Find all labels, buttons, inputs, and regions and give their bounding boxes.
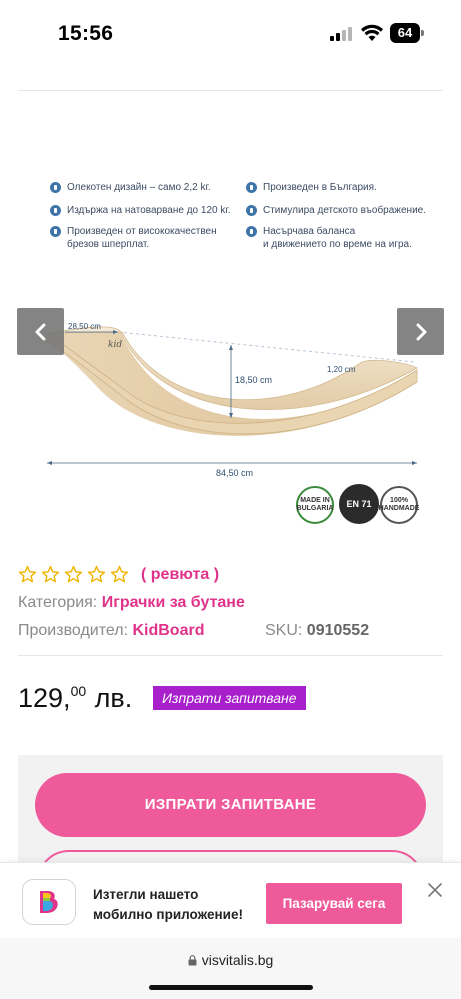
made-in-bulgaria-badge-icon: MADE IN BULGARIA: [296, 486, 334, 524]
star-icon: [110, 565, 129, 583]
reviews-link[interactable]: ( ревюта ): [141, 566, 219, 584]
home-indicator: [149, 985, 313, 990]
gallery-prev-button[interactable]: [17, 308, 64, 355]
status-time: 15:56: [58, 22, 114, 45]
sku-label: SKU:: [265, 622, 303, 639]
board-brand-mark: kid: [108, 340, 122, 350]
battery-level: 64: [390, 23, 420, 43]
star-icon: [18, 565, 37, 583]
star-icon: [87, 565, 106, 583]
url-text: visvitalis.bg: [201, 952, 274, 968]
chevron-right-icon: [416, 323, 426, 340]
category-label: Категория:: [18, 594, 98, 611]
cellular-signal-icon: [330, 27, 354, 41]
dimension-length: 84,50 cm: [216, 468, 253, 478]
app-banner-text: Изтегли нашето мобилно приложение!: [93, 887, 243, 922]
manufacturer-link[interactable]: KidBoard: [132, 622, 204, 639]
shop-now-button[interactable]: Пазарувай сега: [266, 883, 402, 924]
category-link[interactable]: Играчки за бутане: [102, 594, 245, 611]
app-download-banner: Изтегли нашето мобилно приложение! Пазар…: [0, 862, 461, 938]
top-divider: [18, 90, 443, 91]
manufacturer-line: Производител: KidBoard: [18, 622, 204, 640]
browser-address-bar[interactable]: visvitalis.bg: [0, 938, 461, 999]
manufacturer-label: Производител:: [18, 622, 129, 639]
sku-line: SKU: 0910552: [265, 622, 369, 640]
handmade-badge-icon: 100% HANDMADE: [379, 486, 419, 524]
dimension-top-width: 28,50 cm: [68, 322, 101, 331]
star-icon: [41, 565, 60, 583]
product-rating[interactable]: ( ревюта ): [18, 565, 219, 584]
gallery-next-button[interactable]: [397, 308, 444, 355]
url-display[interactable]: visvitalis.bg: [0, 952, 461, 968]
balance-board-illustration: kid 28,50 cm 18,50 cm 1,20 cm 84,50 cm: [41, 322, 418, 478]
product-price: 129,00 лв.: [18, 683, 133, 713]
inquiry-tag[interactable]: Изпрати запитване: [153, 686, 306, 710]
chevron-left-icon: [35, 323, 45, 340]
visvitalis-logo-icon: [40, 891, 58, 913]
app-logo: [22, 879, 76, 925]
product-image-gallery[interactable]: Олекотен дизайн – само 2,2 kг. Издържа н…: [0, 150, 461, 540]
dimension-thickness: 1,20 cm: [327, 365, 356, 374]
lock-icon: [188, 955, 197, 966]
star-icon: [64, 565, 83, 583]
sku-value: 0910552: [306, 622, 370, 639]
dimension-height: 18,50 cm: [235, 375, 272, 385]
battery-icon: 64: [390, 23, 424, 43]
en71-badge-icon: EN 71: [339, 484, 379, 524]
wifi-icon: [361, 24, 383, 41]
category-line: Категория: Играчки за бутане: [18, 594, 245, 612]
send-inquiry-button[interactable]: ИЗПРАТИ ЗАПИТВАНЕ: [35, 773, 426, 837]
close-icon[interactable]: [426, 881, 444, 899]
meta-divider: [18, 655, 443, 656]
status-bar: 15:56 64: [0, 0, 461, 70]
